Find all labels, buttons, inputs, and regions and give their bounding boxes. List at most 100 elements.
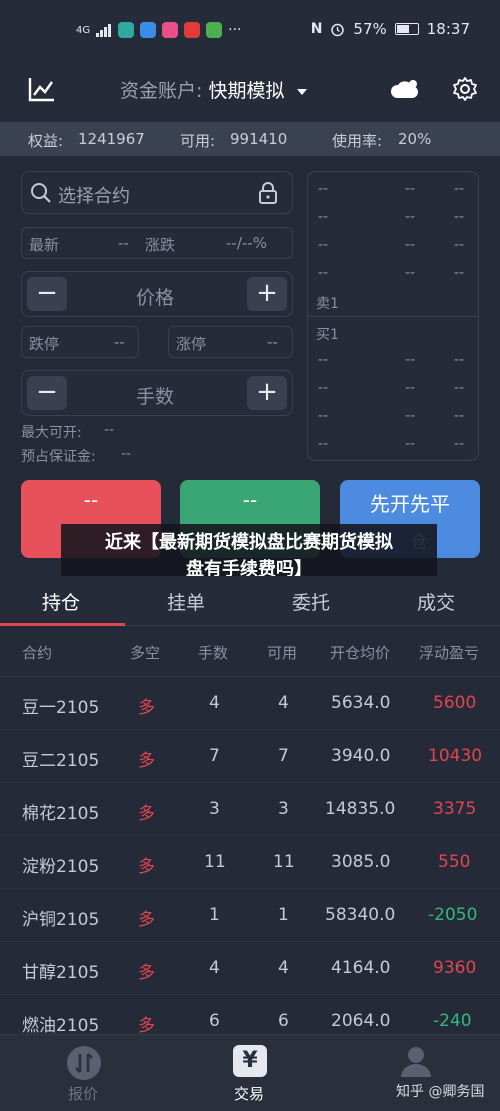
row-avail: 3 (278, 799, 289, 819)
table-row[interactable]: 甘醇2105 多 4 4 4164.0 9360 (0, 942, 500, 995)
contract-search[interactable]: 选择合约 (21, 171, 293, 214)
search-input[interactable]: 选择合约 (58, 182, 130, 208)
qty-minus-button[interactable]: − (27, 376, 67, 410)
price-stepper[interactable]: − 价格 + (21, 271, 293, 317)
quote-info-row: 最新 -- 涨跌 --/--% (21, 227, 293, 259)
col-contract: 合约 (22, 644, 53, 662)
alarm-icon (331, 23, 345, 36)
bid-row-3: -- -- -- (318, 380, 465, 396)
cloud-icon[interactable] (389, 76, 419, 102)
row-contract: 豆一2105 (22, 698, 100, 718)
user-icon[interactable] (398, 1043, 434, 1079)
account-value: 快期模拟 (208, 80, 285, 102)
row-contract: 淀粉2105 (22, 857, 100, 877)
row-avail: 11 (273, 852, 295, 872)
row-contract: 燃油2105 (22, 1016, 100, 1036)
account-selector[interactable]: 资金账户: 快期模拟 (120, 76, 307, 103)
app-icon-2 (140, 22, 157, 38)
lock-icon[interactable] (258, 181, 278, 205)
change-value: --/--% (226, 234, 267, 252)
account-label: 资金账户: (120, 80, 203, 102)
row-side: 多 (138, 963, 155, 983)
row-avg: 5634.0 (331, 693, 391, 713)
limit-down-value: -- (114, 333, 125, 351)
positions-tabs: 持仓 挂单 委托 成交 (0, 576, 500, 626)
row-pnl: 550 (438, 852, 471, 872)
col-avg-price: 开仓均价 (330, 644, 391, 662)
qty-stepper[interactable]: − 手数 + (21, 370, 293, 416)
battery-percent: 57% (353, 20, 387, 38)
app-icon-1 (118, 22, 135, 38)
table-row[interactable]: 棉花2105 多 3 3 14835.0 3375 (0, 783, 500, 836)
row-side: 多 (138, 1016, 155, 1036)
nav-quote-label: 报价 (68, 1085, 99, 1103)
usage-label: 使用率: (332, 132, 383, 150)
row-pnl: 5600 (433, 693, 477, 713)
qty-plus-button[interactable]: + (247, 376, 287, 410)
available-value: 991410 (230, 130, 288, 148)
signal-bars-icon (96, 24, 112, 37)
col-pnl: 浮动盈亏 (419, 644, 480, 662)
gear-icon[interactable] (452, 76, 478, 102)
row-pnl: 9360 (433, 958, 477, 978)
row-avail: 6 (278, 1011, 289, 1031)
tab-positions[interactable]: 持仓 (42, 588, 80, 615)
sell1-label: 卖1 (316, 296, 339, 312)
row-side: 多 (138, 857, 155, 877)
nav-quote[interactable]: 报价 (60, 1035, 110, 1111)
row-contract: 棉花2105 (22, 804, 100, 824)
row-avail: 1 (278, 905, 289, 925)
positions-table-header: 合约 多空 手数 可用 开仓均价 浮动盈亏 (0, 630, 500, 676)
table-row[interactable]: 淀粉2105 多 11 11 3085.0 550 (0, 836, 500, 889)
more-dots-icon: ··· (228, 22, 242, 38)
limit-up-box: 涨停 -- (168, 326, 293, 358)
app-icon-5 (206, 22, 223, 38)
price-minus-button[interactable]: − (27, 277, 67, 311)
quote-icon (67, 1046, 101, 1080)
signal-icon: 4G (76, 24, 91, 36)
margin-value: -- (121, 446, 132, 462)
chevron-down-icon (296, 88, 307, 95)
max-open-label: 最大可开: (21, 425, 82, 441)
table-row[interactable]: 豆二2105 多 7 7 3940.0 10430 (0, 730, 500, 783)
bottom-nav: 报价 ¥ 交易 知乎 @卿务国 (0, 1034, 500, 1111)
row-qty: 3 (209, 799, 220, 819)
latest-value: -- (118, 234, 129, 252)
tab-orders[interactable]: 委托 (292, 588, 330, 615)
col-qty: 手数 (198, 644, 229, 662)
margin-label: 预占保证金: (21, 449, 96, 465)
row-avg: 58340.0 (325, 905, 396, 925)
app-icon-3 (162, 22, 179, 38)
col-avail: 可用 (267, 644, 298, 662)
row-pnl: 10430 (428, 746, 483, 766)
table-row[interactable]: 豆一2105 多 4 4 5634.0 5600 (0, 677, 500, 730)
qty-label: 手数 (136, 386, 175, 408)
usage-value: 20% (398, 130, 432, 148)
tab-trades[interactable]: 成交 (417, 588, 455, 615)
row-qty: 1 (209, 905, 220, 925)
ask-row-2: -- -- -- (318, 265, 465, 281)
max-open-value: -- (104, 422, 115, 438)
close-button-label: 先开先平 (370, 492, 450, 516)
change-label: 涨跌 (145, 236, 176, 254)
battery-icon (394, 23, 419, 35)
row-contract: 沪铜2105 (22, 910, 100, 930)
status-bar: 4G ··· N 57% 18:37 (0, 0, 500, 62)
row-qty: 6 (209, 1011, 220, 1031)
bid-row-1: 买1 (308, 321, 480, 345)
table-row[interactable]: 沪铜2105 多 1 1 58340.0 -2050 (0, 889, 500, 942)
row-avg: 2064.0 (331, 1011, 391, 1031)
bid-row-5: -- -- -- (318, 436, 465, 452)
tab-pending[interactable]: 挂单 (167, 588, 205, 615)
nav-trade[interactable]: ¥ 交易 (226, 1035, 276, 1111)
account-summary: 权益: 1241967 可用: 991410 使用率: 20% (0, 122, 500, 156)
ask-row-1: 卖1 (308, 290, 480, 314)
equity-value: 1241967 (78, 130, 145, 148)
col-side: 多空 (130, 644, 161, 662)
status-icons-right: N 57% 18:37 (311, 20, 470, 38)
chart-icon[interactable] (28, 76, 56, 102)
row-contract: 豆二2105 (22, 751, 100, 771)
price-plus-button[interactable]: + (247, 277, 287, 311)
row-qty: 11 (204, 852, 226, 872)
row-avail: 4 (278, 693, 289, 713)
